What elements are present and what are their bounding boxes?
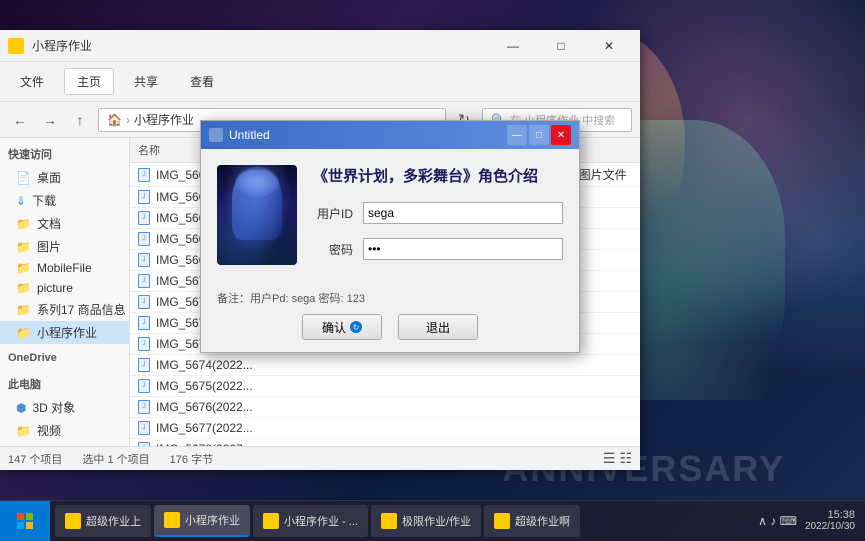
confirm-button[interactable]: 确认 ↻ xyxy=(302,314,382,340)
taskbar: 超级作业上 小程序作业 小程序作业 - ... 极限作业/作业 超级作业啊 ∧ … xyxy=(0,500,865,540)
dialog-body: 《世界计划，多彩舞台》角色介绍 用户ID 密码 xyxy=(201,149,579,282)
user-id-label: 用户ID xyxy=(313,205,353,222)
dialog-main-title: 《世界计划，多彩舞台》角色介绍 xyxy=(313,165,563,186)
sidebar-item-desktop[interactable]: 📄 桌面 xyxy=(0,166,129,189)
pc-section: 此电脑 ⬢ 3D 对象 📁 视频 📁 图片 📁 文档 xyxy=(0,372,129,446)
cancel-button[interactable]: 退出 xyxy=(398,314,478,340)
taskbar-item-icon-3 xyxy=(381,513,397,529)
taskbar-tray: ∧ ♪ ⌨ 15:38 2022/10/30 xyxy=(748,509,865,532)
home-icon: 🏠 xyxy=(107,113,122,127)
explorer-title: 小程序作业 xyxy=(32,37,482,54)
dialog-maximize-button[interactable]: □ xyxy=(529,125,549,145)
sidebar-item-series17[interactable]: 📁 系列17 商品信息 xyxy=(0,298,129,321)
jpg-file-icon: J xyxy=(138,274,150,288)
minimize-button[interactable]: — xyxy=(490,30,536,62)
dialog-form: 《世界计划，多彩舞台》角色介绍 用户ID 密码 xyxy=(313,165,563,266)
table-row[interactable]: JIMG_5676(2022... xyxy=(130,397,640,418)
explorer-icon xyxy=(8,38,24,54)
pc-header: 此电脑 xyxy=(0,372,129,396)
taskbar-item-2[interactable]: 小程序作业 - ... xyxy=(253,505,368,537)
password-label: 密码 xyxy=(313,241,353,258)
taskbar-item-1[interactable]: 小程序作业 xyxy=(154,505,250,537)
loading-icon: ↻ xyxy=(350,321,362,333)
sidebar-item-downloads[interactable]: ⇓ 下载 xyxy=(0,189,129,212)
jpg-file-icon: J xyxy=(138,337,150,351)
start-button[interactable] xyxy=(0,501,50,541)
windows-icon xyxy=(17,513,33,529)
path-separator: › xyxy=(126,113,130,127)
onedrive-section: OneDrive xyxy=(0,348,129,368)
status-size: 176 字节 xyxy=(170,451,213,467)
sidebar-item-3dobjects[interactable]: ⬢ 3D 对象 xyxy=(0,396,129,419)
jpg-file-icon: J xyxy=(138,400,150,414)
user-id-row: 用户ID xyxy=(313,202,563,224)
jpg-file-icon: J xyxy=(138,190,150,204)
jpg-file-icon: J xyxy=(138,379,150,393)
taskbar-item-icon-4 xyxy=(494,513,510,529)
tab-file[interactable]: 文件 xyxy=(8,69,56,94)
jpg-file-icon: J xyxy=(138,316,150,330)
tab-view[interactable]: 查看 xyxy=(178,69,226,94)
taskbar-item-0[interactable]: 超级作业上 xyxy=(55,505,151,537)
tray-icons: ∧ ♪ ⌨ xyxy=(758,514,797,528)
password-row: 密码 xyxy=(313,238,563,260)
dialog-icon xyxy=(209,128,223,142)
jpg-file-icon: J xyxy=(138,358,150,372)
table-row[interactable]: JIMG_5677(2022... xyxy=(130,418,640,439)
maximize-button[interactable]: □ xyxy=(538,30,584,62)
back-button[interactable]: ← xyxy=(8,108,32,132)
quick-access-section: 快速访问 📄 桌面 ⇓ 下载 📁 文档 📁 图片 � xyxy=(0,142,129,344)
dialog-title: Untitled xyxy=(229,128,501,142)
dialog-window-controls: — □ ✕ xyxy=(507,125,571,145)
taskbar-item-icon-0 xyxy=(65,513,81,529)
sidebar-item-video[interactable]: 📁 视频 xyxy=(0,419,129,442)
tab-home[interactable]: 主页 xyxy=(64,68,114,95)
jpg-file-icon: J xyxy=(138,168,150,182)
dialog-status-text: 备注：用户Pd: sega 密码: 123 xyxy=(217,290,563,306)
dialog-close-button[interactable]: ✕ xyxy=(551,125,571,145)
status-selected: 选中 1 个项目 xyxy=(82,451,149,467)
jpg-file-icon: J xyxy=(138,211,150,225)
jpg-file-icon: J xyxy=(138,232,150,246)
table-row[interactable]: JIMG_5678(2027... xyxy=(130,439,640,446)
jpg-file-icon: J xyxy=(138,253,150,267)
sidebar-item-pictures[interactable]: 📁 图片 xyxy=(0,235,129,258)
table-row[interactable]: JIMG_5674(2022... xyxy=(130,355,640,376)
path-label: 小程序作业 xyxy=(134,111,194,128)
sidebar-item-homework[interactable]: 📁 小程序作业 xyxy=(0,321,129,344)
login-dialog: Untitled — □ ✕ 《世界计划，多彩舞台》角色介绍 用户ID xyxy=(200,120,580,353)
tab-share[interactable]: 共享 xyxy=(122,69,170,94)
taskbar-item-icon-2 xyxy=(263,513,279,529)
taskbar-item-4[interactable]: 超级作业啊 xyxy=(484,505,580,537)
explorer-titlebar: 小程序作业 — □ ✕ xyxy=(0,30,640,62)
dialog-image xyxy=(217,165,297,265)
table-row[interactable]: JIMG_5675(2022... xyxy=(130,376,640,397)
status-total: 147 个项目 xyxy=(8,451,62,467)
sidebar-item-picture[interactable]: 📁 picture xyxy=(0,278,129,298)
onedrive-header: OneDrive xyxy=(0,348,129,368)
taskbar-item-icon-1 xyxy=(164,512,180,528)
status-bar: 147 个项目 选中 1 个项目 176 字节 ☰ ☷ xyxy=(0,446,640,470)
explorer-toolbar: 文件 主页 共享 查看 xyxy=(0,62,640,102)
quick-access-header: 快速访问 xyxy=(0,142,129,166)
sidebar-item-mobilefile[interactable]: 📁 MobileFile xyxy=(0,258,129,278)
forward-button[interactable]: → xyxy=(38,108,62,132)
sidebar-item-documents[interactable]: 📁 文档 xyxy=(0,212,129,235)
dialog-titlebar: Untitled — □ ✕ xyxy=(201,121,579,149)
view-toggle[interactable]: ☰ ☷ xyxy=(603,450,632,467)
jpg-file-icon: J xyxy=(138,295,150,309)
sidebar: 快速访问 📄 桌面 ⇓ 下载 📁 文档 📁 图片 � xyxy=(0,138,130,446)
close-button[interactable]: ✕ xyxy=(586,30,632,62)
taskbar-item-3[interactable]: 极限作业/作业 xyxy=(371,505,481,537)
explorer-window-controls: — □ ✕ xyxy=(490,30,632,62)
dialog-minimize-button[interactable]: — xyxy=(507,125,527,145)
dialog-buttons: 确认 ↻ 退出 xyxy=(217,314,563,340)
dialog-footer: 备注：用户Pd: sega 密码: 123 确认 ↻ 退出 xyxy=(201,282,579,352)
up-button[interactable]: ↑ xyxy=(68,108,92,132)
password-input[interactable] xyxy=(363,238,563,260)
jpg-file-icon: J xyxy=(138,421,150,435)
tray-clock[interactable]: 15:38 2022/10/30 xyxy=(805,509,855,532)
user-id-input[interactable] xyxy=(363,202,563,224)
taskbar-items: 超级作业上 小程序作业 小程序作业 - ... 极限作业/作业 超级作业啊 xyxy=(50,505,748,537)
